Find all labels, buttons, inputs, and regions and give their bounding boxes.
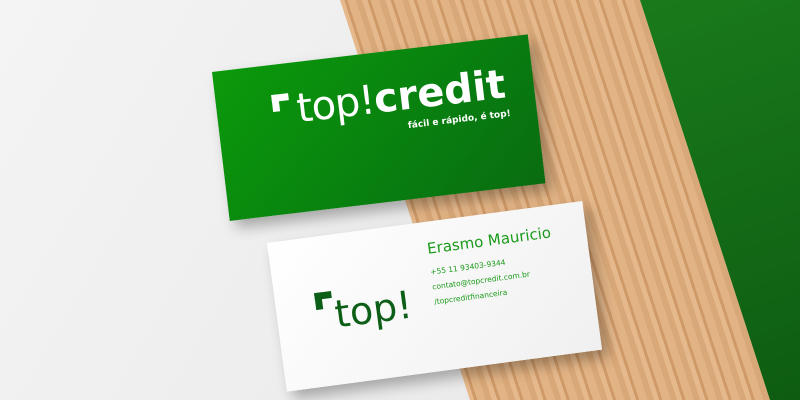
logo-top-text: top!: [294, 77, 377, 133]
contact-name: Erasmo Mauricio: [425, 223, 553, 258]
contact-info: Erasmo Mauricio +55 11 93403-9344 contat…: [426, 223, 559, 312]
top-logo-text: top!: [332, 282, 415, 337]
bracket-icon: [271, 93, 291, 113]
top-logo: top!: [314, 277, 415, 339]
bracket-icon: [314, 290, 334, 311]
topcredit-logo: top!credit fácil e rápido, é top!: [271, 62, 511, 135]
